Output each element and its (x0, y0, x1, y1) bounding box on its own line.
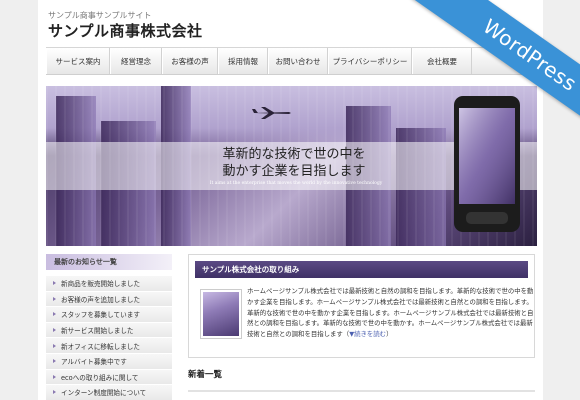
feature-box-body: ホームページサンプル株式会社では最新技術と自然の調和を目指します。革新的な技術で… (195, 286, 533, 352)
hero-subline: It aims at the enterprise that moves the… (209, 181, 383, 186)
sidebar-item-label: アルバイト募集中です (61, 358, 127, 367)
hero-headline: 革新的な技術で世の中を 動かす企業を目指します (194, 146, 394, 180)
sidebar-item[interactable]: アルバイト募集中です (46, 353, 172, 370)
bullet-icon (53, 343, 56, 348)
feature-thumbnail (201, 290, 241, 338)
bullet-icon (53, 281, 56, 286)
sidebar-item-label: インターン制度開始について (61, 389, 147, 398)
sidebar-item[interactable]: 新サービス開始しました (46, 322, 172, 339)
sidebar-item[interactable]: 新商品を販売開始しました (46, 276, 172, 292)
bullet-icon (53, 312, 56, 317)
bullet-icon (53, 390, 56, 395)
read-more-link[interactable]: ▼続きを読む (349, 330, 386, 338)
nav-item-contact[interactable]: お問い合わせ (268, 48, 328, 74)
sidebar-item-label: 新オフィスに移転しました (61, 342, 140, 351)
feature-text: ホームページサンプル株式会社では最新技術と自然の調和を目指します。革新的な技術で… (247, 286, 534, 340)
nav-item-recruit[interactable]: 採用情報 (218, 48, 268, 74)
nav-item-philosophy[interactable]: 経営理念 (110, 48, 162, 74)
sidebar-item-label: 新サービス開始しました (61, 327, 134, 336)
bullet-icon (53, 328, 56, 333)
nav-item-voice[interactable]: お客様の声 (162, 48, 218, 74)
site-title[interactable]: サンプル商事株式会社 (48, 20, 203, 41)
sidebar-item[interactable]: お客様の声を追加しました (46, 291, 172, 308)
news-heading: 新着一覧 (188, 370, 223, 380)
feature-text-end: ） (386, 330, 393, 339)
feature-box: サンプル株式会社の取り組み ホームページサンプル株式会社では最新技術と自然の調和… (188, 254, 535, 358)
hero-banner: 革新的な技術で世の中を 動かす企業を目指します It aims at the e… (46, 86, 537, 246)
sidebar-title: 最新のお知らせ一覧 (46, 254, 172, 270)
sidebar-list: 新商品を販売開始しました お客様の声を追加しました スタッフを募集しています 新… (46, 276, 172, 400)
sidebar-item[interactable]: ecoへの取り組みに関して (46, 369, 172, 386)
feature-box-title: サンプル株式会社の取り組み (195, 261, 528, 278)
sidebar-item[interactable]: インターン制度開始について (46, 385, 172, 400)
bullet-icon (53, 359, 56, 364)
nav-item-service[interactable]: サービス案内 (46, 48, 110, 74)
sidebar-item-label: ecoへの取り組みに関して (61, 373, 139, 382)
sidebar-item-label: 新商品を販売開始しました (61, 280, 141, 289)
global-nav: サービス案内 経営理念 お客様の声 採用情報 お問い合わせ プライバシーポリシー… (46, 47, 543, 75)
nav-item-company[interactable]: 会社概要 (412, 48, 472, 74)
sidebar: 最新のお知らせ一覧 新商品を販売開始しました お客様の声を追加しました スタッフ… (46, 254, 172, 400)
divider (188, 390, 535, 392)
sidebar-item[interactable]: スタッフを募集しています (46, 307, 172, 323)
hero-headline-line1: 革新的な技術で世の中を (222, 147, 366, 162)
hero-headline-line2: 動かす企業を目指します (222, 164, 366, 179)
nav-item-privacy[interactable]: プライバシーポリシー (328, 48, 412, 74)
sidebar-item-label: お客様の声を追加しました (61, 295, 141, 304)
sidebar-item-label: スタッフを募集しています (61, 311, 140, 320)
bullet-icon (53, 296, 56, 301)
sidebar-item[interactable]: 新オフィスに移転しました (46, 338, 172, 354)
bullet-icon (53, 374, 56, 379)
page: サンプル商事サンプルサイト サンプル商事株式会社 サービス案内 経営理念 お客様… (38, 0, 543, 400)
airplane-icon (252, 107, 291, 119)
smartphone-icon (454, 96, 520, 232)
main-content: サンプル株式会社の取り組み ホームページサンプル株式会社では最新技術と自然の調和… (188, 254, 541, 400)
